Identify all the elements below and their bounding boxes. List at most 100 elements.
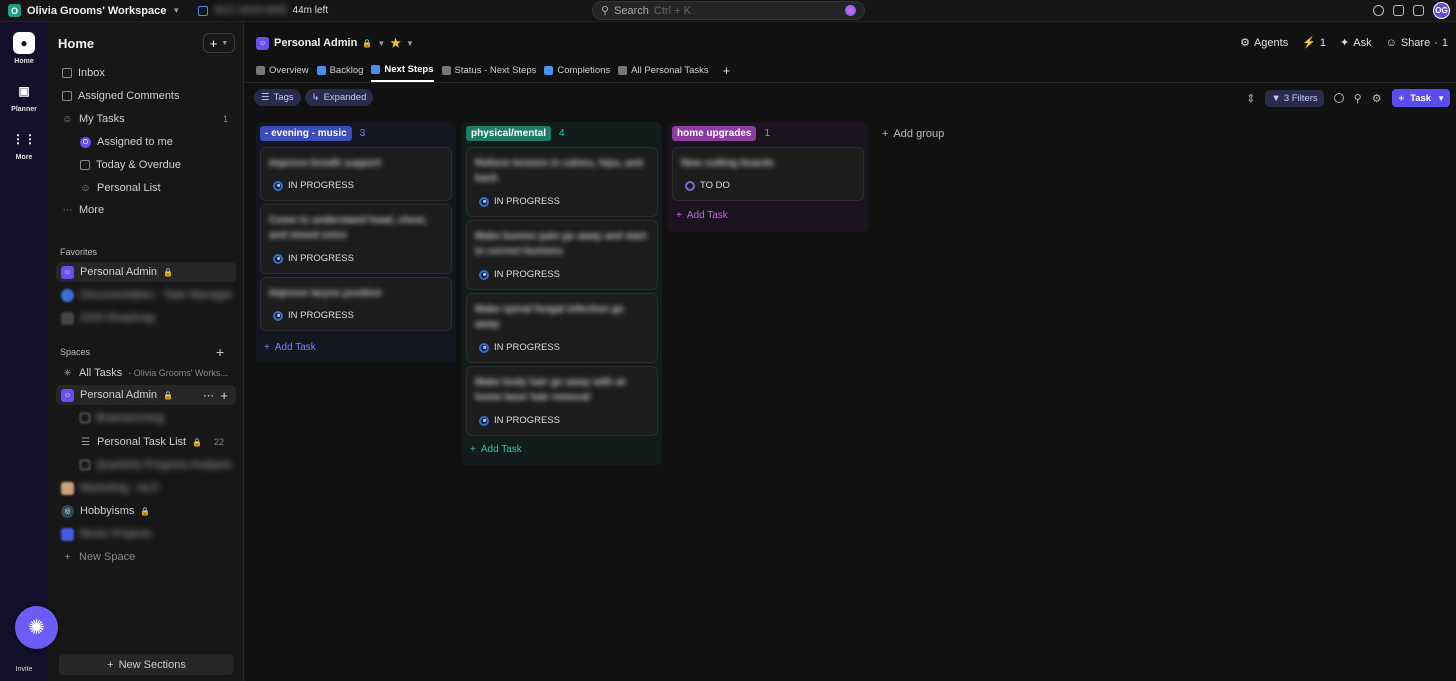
share-button[interactable]: ☺ Share · 1 <box>1386 36 1448 49</box>
task-card[interactable]: Make bunion pain go away and start to co… <box>466 220 658 290</box>
favorite-personal-admin[interactable]: ☺ Personal Admin 🔒 <box>56 262 236 282</box>
status-badge[interactable]: IN PROGRESS <box>273 253 354 264</box>
automations-button[interactable]: ⚡ 1 <box>1302 36 1326 50</box>
plus-icon[interactable]: + <box>220 388 228 403</box>
sidebar-item-my-tasks[interactable]: ☺ My Tasks 1 <box>62 109 234 129</box>
share-label: Share <box>1400 36 1431 49</box>
space-item[interactable]: Marketing - ALD <box>61 478 159 498</box>
filters-button[interactable]: ▼ 3 Filters <box>1265 89 1324 107</box>
add-view-button[interactable]: + <box>723 63 731 78</box>
sidebar: Home + ▼ Inbox Assigned Comments ☺ My Tas… <box>48 22 244 681</box>
chevron-down-icon[interactable]: ▼ <box>377 39 385 48</box>
space-item[interactable]: Music Projects <box>61 524 152 544</box>
space-child-personal-task-list[interactable]: ☰ Personal Task List 🔒 22 <box>80 432 230 452</box>
tags-toggle[interactable]: ☰ Tags <box>254 89 301 106</box>
create-button[interactable]: + ▼ <box>203 33 235 53</box>
add-space-button[interactable]: + <box>216 342 224 362</box>
group-tag[interactable]: home upgrades <box>672 125 757 141</box>
task-card[interactable]: Relieve tension in calves, hips, and bac… <box>466 147 658 217</box>
status-badge[interactable]: IN PROGRESS <box>479 342 560 353</box>
add-task-link[interactable]: + Add Task <box>470 444 522 455</box>
group-tag[interactable]: physical/mental <box>466 125 552 141</box>
space-child[interactable]: Brainstorming <box>80 408 164 428</box>
new-space-label: New Space <box>79 551 136 563</box>
search-icon[interactable]: ⚲ <box>1354 92 1362 105</box>
status-badge[interactable]: IN PROGRESS <box>479 196 560 207</box>
task-card[interactable]: Make spinal fungal infection go away IN … <box>466 293 658 363</box>
notepad-icon[interactable] <box>1393 5 1404 16</box>
add-group-button[interactable]: + Add group <box>882 128 944 140</box>
space-personal-admin[interactable]: ☺ Personal Admin 🔒 ⋯ + <box>56 385 236 405</box>
space-item-hobbyisms[interactable]: ◎ Hobbyisms 🔒 <box>61 501 150 521</box>
rail-more[interactable]: ⋮⋮ More <box>0 128 48 161</box>
ask-button[interactable]: ✦ Ask <box>1340 36 1372 50</box>
add-task-link[interactable]: + Add Task <box>264 342 316 353</box>
rail-invite[interactable]: Invite <box>0 666 48 673</box>
tab-completions[interactable]: Completions <box>544 58 610 82</box>
ai-brain-button[interactable]: ✺ <box>15 606 58 649</box>
task-card[interactable]: Improve larynx position IN PROGRESS <box>260 277 452 331</box>
space-child-label: Quarterly Progress Analysis <box>96 459 232 471</box>
chevron-down-icon[interactable]: ▼ <box>406 39 414 48</box>
ai-icon[interactable] <box>845 5 856 16</box>
tab-overview[interactable]: Overview <box>256 58 309 82</box>
expanded-toggle[interactable]: ↳ Expanded <box>304 89 374 106</box>
tab-backlog[interactable]: Backlog <box>316 58 363 82</box>
favorite-item[interactable]: 2025 Roadmap <box>61 308 155 328</box>
group-tag[interactable]: - evening - music <box>260 125 352 141</box>
calendar-icon[interactable] <box>1413 5 1424 16</box>
task-card[interactable]: Make body hair go away with at-home lase… <box>466 366 658 436</box>
add-task-button[interactable]: + Task ▼ <box>1391 89 1450 107</box>
agents-button[interactable]: ⚙ Agents <box>1240 36 1288 50</box>
search-input[interactable]: ⚲ Search Ctrl + K <box>592 1 865 20</box>
task-card[interactable]: New cutting boards TO DO <box>672 147 864 201</box>
task-card[interactable]: Come to understand head, chest, and mixe… <box>260 204 452 274</box>
group-count: 3 <box>359 127 366 139</box>
add-task-link[interactable]: + Add Task <box>676 210 728 221</box>
breadcrumb[interactable]: ☺ Personal Admin 🔒 ▼ ★ ▼ <box>256 36 414 50</box>
subtask-icon: ↳ <box>311 92 320 103</box>
top-bar: O Olivia Grooms' Workspace ▼ ACC-2024-00… <box>0 0 1456 22</box>
time-tracker[interactable]: ACC-2024-0000 44m left <box>198 5 328 16</box>
status-badge[interactable]: IN PROGRESS <box>273 180 354 191</box>
tab-label: All Personal Tasks <box>631 64 709 76</box>
sidebar-item-assigned-comments[interactable]: Assigned Comments <box>62 86 180 106</box>
sort-icon[interactable]: ⇕ <box>1246 92 1255 105</box>
favorite-item[interactable]: Documentation - Task Manager <box>61 285 233 305</box>
settings-icon[interactable]: ⚙ <box>1372 92 1382 105</box>
group-count: 4 <box>559 127 565 139</box>
asterisk-icon: ✳ <box>63 367 72 379</box>
tab-status-next-steps[interactable]: Status - Next Steps <box>441 58 537 82</box>
status-label: IN PROGRESS <box>494 269 560 280</box>
sidebar-item-personal-list[interactable]: ☺ Personal List <box>80 178 160 198</box>
status-badge[interactable]: TO DO <box>685 180 730 191</box>
star-icon[interactable]: ★ <box>390 36 401 50</box>
sidebar-item-all-tasks[interactable]: ✳ All Tasks - Olivia Grooms' Works... <box>62 363 237 383</box>
check-circle-icon[interactable] <box>1333 93 1344 103</box>
more-horizontal-icon[interactable]: ⋯ <box>203 389 214 402</box>
status-badge[interactable]: IN PROGRESS <box>273 310 354 321</box>
grid-icon: ⋮⋮ <box>12 132 36 146</box>
task-title: Relieve tension in calves, hips, and bac… <box>475 158 643 184</box>
status-badge[interactable]: IN PROGRESS <box>479 269 560 280</box>
sidebar-item-assigned-to-me[interactable]: O Assigned to me <box>80 132 173 152</box>
rail-planner-label: Planner <box>11 106 37 113</box>
user-avatar[interactable]: OG <box>1433 2 1450 19</box>
rail-home[interactable]: ● Home <box>0 32 48 65</box>
check-circle-icon[interactable] <box>1373 5 1384 16</box>
rail-planner[interactable]: ▣ Planner <box>0 80 48 113</box>
workspace-switcher[interactable]: O Olivia Grooms' Workspace ▼ <box>8 4 180 17</box>
new-space-button[interactable]: + New Space <box>62 547 136 567</box>
task-card[interactable]: Improve breath support IN PROGRESS <box>260 147 452 201</box>
tab-label: Status - Next Steps <box>454 64 537 76</box>
status-label: IN PROGRESS <box>288 180 354 191</box>
status-badge[interactable]: IN PROGRESS <box>479 415 560 426</box>
sidebar-item-more[interactable]: ⋯ More <box>62 200 105 220</box>
chevron-down-icon[interactable]: ▼ <box>1437 94 1445 103</box>
tab-all-personal-tasks[interactable]: All Personal Tasks <box>618 58 709 82</box>
sidebar-item-today-overdue[interactable]: Today & Overdue <box>80 155 181 175</box>
space-child[interactable]: Quarterly Progress Analysis <box>80 455 232 475</box>
sidebar-item-inbox[interactable]: Inbox <box>62 63 105 83</box>
tab-next-steps[interactable]: Next Steps <box>371 58 434 82</box>
new-sections-button[interactable]: + New Sections <box>59 654 234 675</box>
